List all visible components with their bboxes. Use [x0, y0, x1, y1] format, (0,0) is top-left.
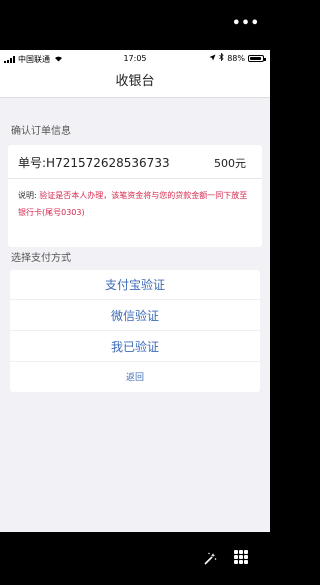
divider: [10, 330, 260, 331]
note-prefix: 说明:: [18, 191, 37, 200]
order-note: 说明: 验证是否本人办理，该笔资金将与您的贷款金额一同下放至银行卡(尾号0303…: [18, 187, 254, 221]
divider: [10, 361, 260, 362]
order-number: 单号:H721572628536733: [18, 156, 170, 170]
order-card: 单号:H721572628536733 500元 说明: 验证是否本人办理，该笔…: [8, 145, 262, 247]
alipay-verify-button[interactable]: 支付宝验证: [10, 276, 260, 293]
payment-section-label: 选择支付方式: [11, 253, 71, 264]
top-overlay-bar: •••: [0, 0, 270, 50]
already-verified-button[interactable]: 我已验证: [10, 338, 260, 355]
status-bar: 中国联通 17:05 88%: [0, 50, 270, 67]
nav-title: 收银台: [0, 67, 270, 98]
back-button[interactable]: 返回: [10, 370, 260, 383]
bluetooth-icon: [219, 52, 224, 63]
battery-text: 88%: [227, 53, 245, 63]
grid-menu-icon[interactable]: [234, 550, 248, 564]
more-options-icon[interactable]: •••: [232, 16, 260, 31]
payment-options-card: 支付宝验证 微信验证 我已验证 返回: [10, 270, 260, 392]
order-section-label: 确认订单信息: [11, 126, 71, 137]
order-amount: 500元: [214, 157, 246, 170]
battery-icon: [248, 54, 266, 62]
magic-wand-icon[interactable]: [203, 551, 217, 565]
location-icon: [209, 54, 216, 63]
bottom-overlay-bar: [0, 532, 270, 585]
note-text: 验证是否本人办理，该笔资金将与您的贷款金额一同下放至银行卡(尾号0303): [18, 191, 248, 217]
divider: [10, 299, 260, 300]
battery-fill: [250, 56, 261, 60]
wechat-verify-button[interactable]: 微信验证: [10, 307, 260, 324]
divider: [8, 178, 262, 179]
phone-screen: 中国联通 17:05 88% 收银台 确认订单信息 单号:H7215726285…: [0, 50, 270, 532]
status-right: 88%: [209, 52, 266, 63]
